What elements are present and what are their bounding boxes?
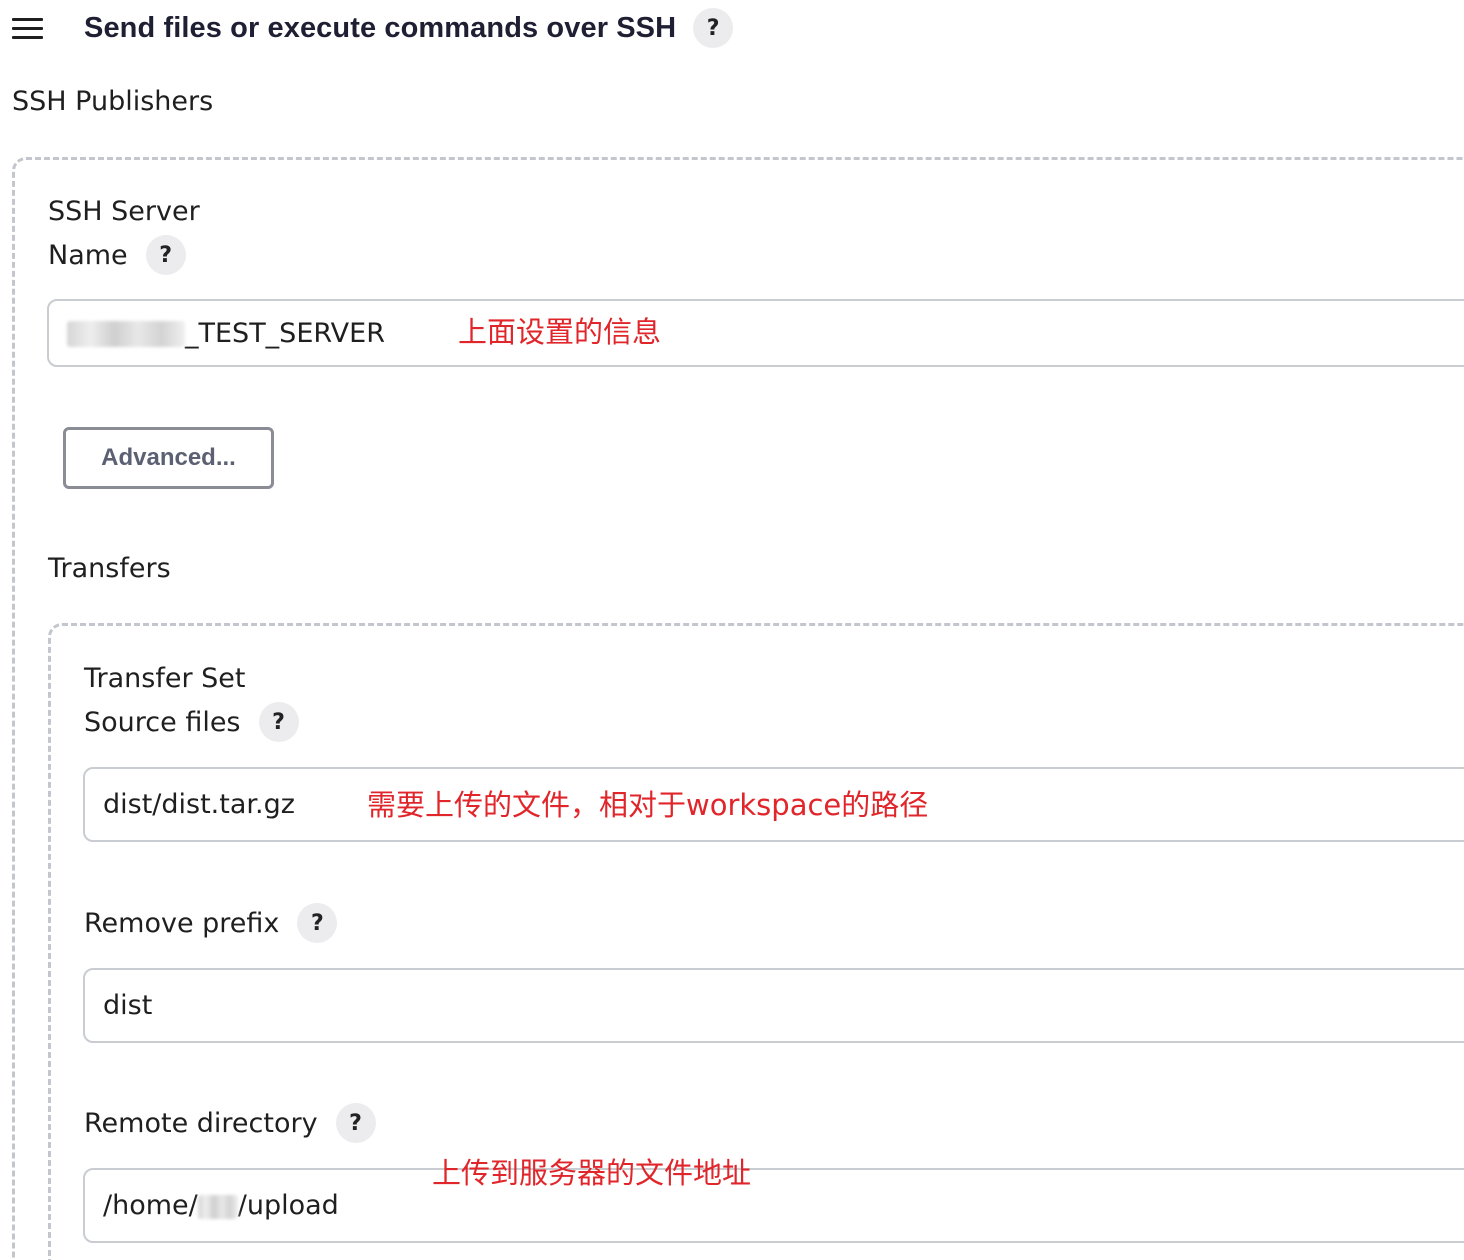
server-name-label: Name [48,239,128,271]
section-title: Send files or execute commands over SSH [84,11,677,44]
source-files-label-row: Source files ? [84,702,299,742]
server-name-annotation: 上面设置的信息 [458,315,662,349]
source-files-annotation: 需要上传的文件，相对于workspace的路径 [367,788,929,822]
transfer-set-heading: Transfer Set [84,663,246,694]
server-name-field[interactable]: _TEST_SERVER [47,299,1464,367]
redacted-text [67,321,185,347]
remote-directory-label-row: Remote directory ? [84,1103,376,1143]
section-header: Send files or execute commands over SSH … [12,6,734,50]
ssh-server-heading: SSH Server [48,196,200,227]
remote-directory-field[interactable]: /home//upload [83,1168,1464,1243]
remote-directory-value: /home//upload [103,1190,339,1221]
source-files-value: dist/dist.tar.gz [103,789,295,820]
remove-prefix-field[interactable]: dist [83,968,1464,1043]
advanced-button[interactable]: Advanced... [63,427,274,489]
drag-handle-icon[interactable] [12,6,46,50]
section-help-icon[interactable]: ? [693,8,734,48]
remote-directory-annotation: 上传到服务器的文件地址 [432,1156,752,1190]
ssh-publishers-label: SSH Publishers [12,86,214,117]
remote-directory-label: Remote directory [84,1107,318,1139]
remote-directory-help-icon[interactable]: ? [335,1103,376,1143]
remove-prefix-value: dist [103,990,153,1021]
remove-prefix-label: Remove prefix [84,907,280,939]
server-name-value: _TEST_SERVER [49,318,385,349]
remove-prefix-label-row: Remove prefix ? [84,903,338,943]
transfers-label: Transfers [48,553,171,584]
server-name-label-row: Name ? [48,235,186,275]
ssh-publisher-config: Send files or execute commands over SSH … [0,0,1464,1260]
source-files-label: Source files [84,706,241,738]
remove-prefix-help-icon[interactable]: ? [297,903,338,943]
redacted-text [197,1194,238,1219]
source-files-help-icon[interactable]: ? [258,702,299,742]
server-name-help-icon[interactable]: ? [145,235,186,275]
